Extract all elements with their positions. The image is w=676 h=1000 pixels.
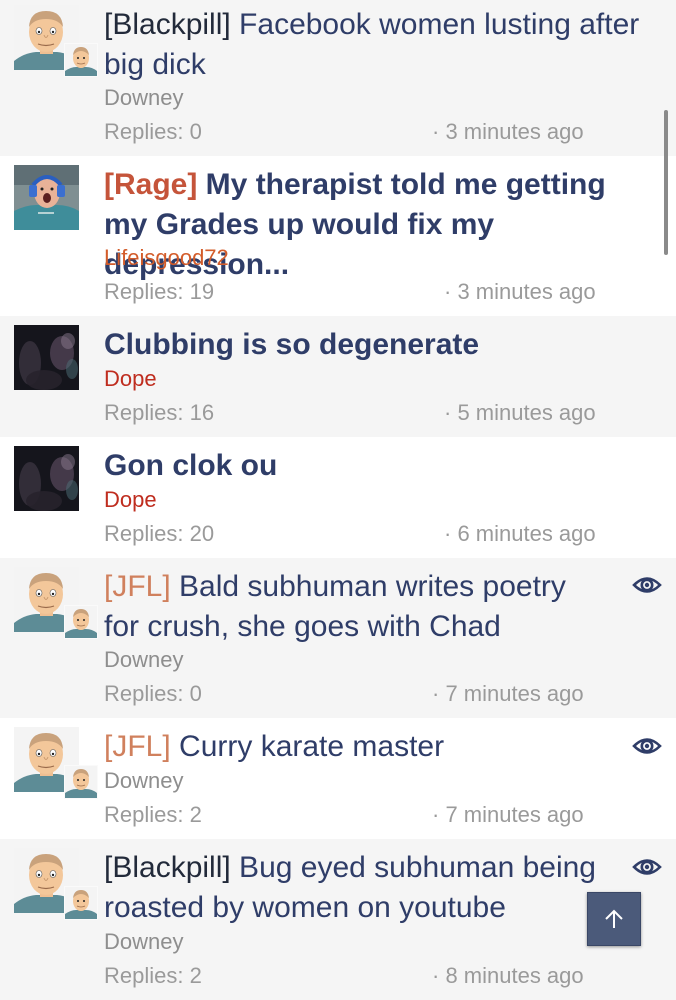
thread-item[interactable]: Clubbing is so degenerate Dope Replies: … bbox=[0, 316, 676, 437]
thread-author[interactable]: Dope bbox=[104, 366, 157, 392]
thread-item[interactable]: [Blackpill] Facebook women lusting after… bbox=[0, 0, 676, 156]
thread-title[interactable]: [Blackpill] Bug eyed subhuman being roas… bbox=[104, 848, 609, 928]
eye-icon[interactable] bbox=[632, 574, 662, 596]
thread-title[interactable]: [Blackpill] Facebook women lusting after… bbox=[104, 5, 644, 85]
thread-author[interactable]: Dope bbox=[104, 487, 157, 513]
reply-count: Replies: 0 bbox=[104, 681, 202, 706]
reply-count: Replies: 16 bbox=[104, 400, 215, 425]
thread-timestamp[interactable]: · 6 minutes ago bbox=[444, 521, 596, 547]
reply-count: Replies: 2 bbox=[104, 963, 202, 988]
thread-author[interactable]: Downey bbox=[104, 647, 183, 673]
thread-author[interactable]: Downey bbox=[104, 768, 183, 794]
last-poster-avatar[interactable] bbox=[64, 765, 98, 799]
thread-timestamp[interactable]: · 3 minutes ago bbox=[432, 119, 584, 145]
scrollbar[interactable] bbox=[664, 110, 668, 255]
thread-timestamp[interactable]: · 8 minutes ago bbox=[432, 963, 584, 989]
thread-author[interactable]: Lifeisgood72 bbox=[104, 245, 229, 271]
thread-title[interactable]: Clubbing is so degenerate bbox=[104, 325, 654, 365]
thread-title[interactable]: [JFL] Bald subhuman writes poetry for cr… bbox=[104, 567, 609, 647]
scroll-to-top-button[interactable] bbox=[587, 892, 641, 946]
thread-timestamp[interactable]: · 3 minutes ago bbox=[444, 279, 596, 305]
avatar[interactable] bbox=[14, 325, 79, 390]
thread-author[interactable]: Downey bbox=[104, 929, 183, 955]
last-poster-avatar[interactable] bbox=[64, 43, 98, 77]
eye-icon[interactable] bbox=[632, 735, 662, 757]
thread-item[interactable]: [JFL] Curry karate master Downey Replies… bbox=[0, 718, 676, 839]
thread-timestamp[interactable]: · 7 minutes ago bbox=[432, 681, 584, 707]
eye-icon[interactable] bbox=[632, 856, 662, 878]
thread-timestamp[interactable]: · 5 minutes ago bbox=[444, 400, 596, 426]
thread-prefix[interactable]: [Rage] bbox=[104, 168, 197, 201]
thread-prefix[interactable]: [Blackpill] bbox=[104, 8, 231, 41]
thread-item[interactable]: [Rage] My therapist told me getting my G… bbox=[0, 156, 676, 316]
avatar[interactable] bbox=[14, 446, 79, 511]
reply-count: Replies: 2 bbox=[104, 802, 202, 827]
thread-prefix[interactable]: [JFL] bbox=[104, 570, 171, 603]
thread-item[interactable]: Gon clok ou Dope Replies: 20 · 6 minutes… bbox=[0, 437, 676, 558]
thread-item[interactable]: [Blackpill] Bug eyed subhuman being roas… bbox=[0, 839, 676, 1000]
reply-count: Replies: 0 bbox=[104, 119, 202, 144]
thread-item[interactable]: [JFL] Bald subhuman writes poetry for cr… bbox=[0, 558, 676, 718]
thread-title[interactable]: Gon clok ou bbox=[104, 446, 654, 486]
last-poster-avatar[interactable] bbox=[64, 886, 98, 920]
thread-author[interactable]: Downey bbox=[104, 85, 183, 111]
avatar[interactable] bbox=[14, 165, 79, 230]
last-poster-avatar[interactable] bbox=[64, 605, 98, 639]
thread-prefix[interactable]: [Blackpill] bbox=[104, 851, 231, 884]
reply-count: Replies: 19 bbox=[104, 279, 215, 304]
thread-title[interactable]: [JFL] Curry karate master bbox=[104, 727, 609, 767]
arrow-up-icon bbox=[605, 909, 623, 928]
thread-timestamp[interactable]: · 7 minutes ago bbox=[432, 802, 584, 828]
thread-prefix[interactable]: [JFL] bbox=[104, 730, 171, 763]
reply-count: Replies: 20 bbox=[104, 521, 215, 546]
